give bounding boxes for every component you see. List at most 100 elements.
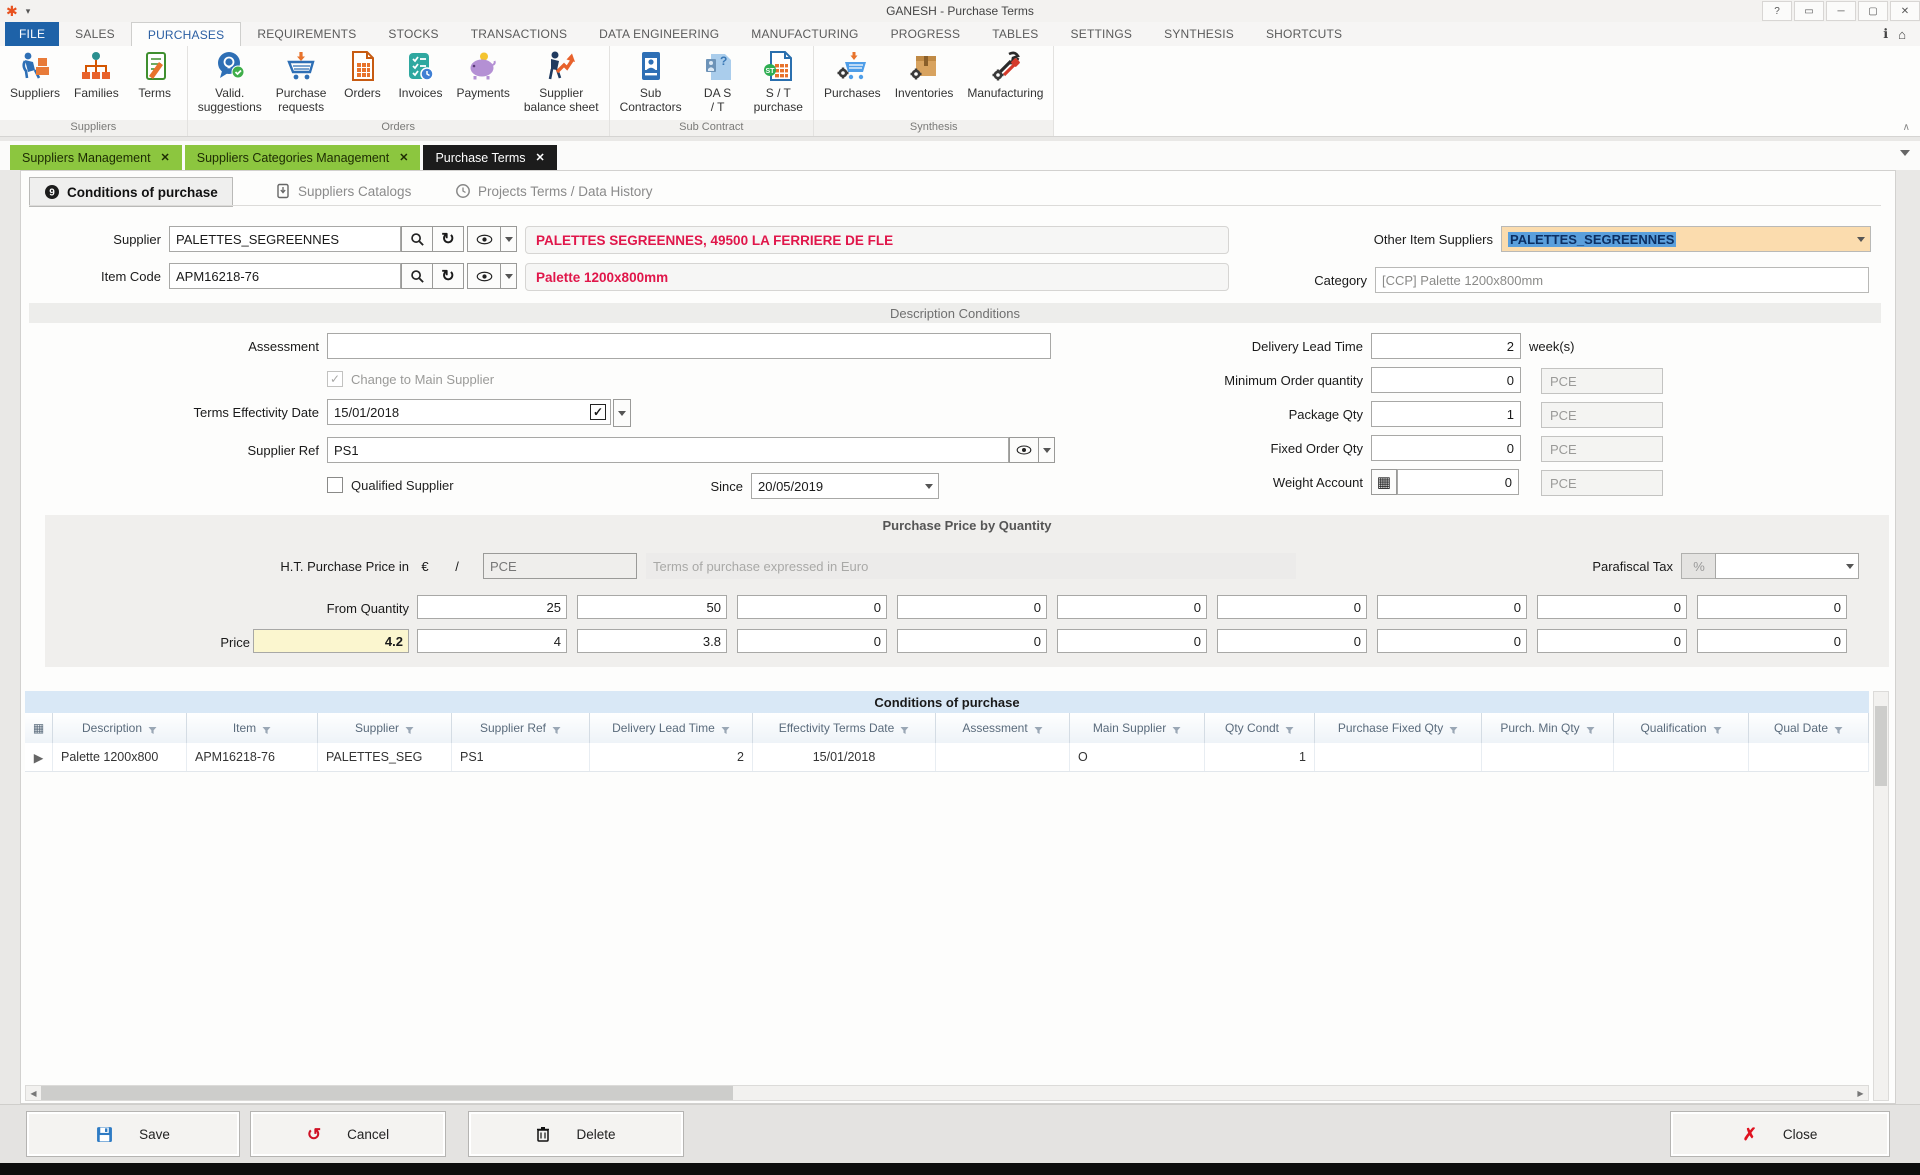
table-cell-supplier-ref[interactable]: PS1	[452, 743, 590, 771]
supplier-ref-input[interactable]: PS1	[327, 437, 1009, 463]
change-main-supplier-checkbox[interactable]: ✓	[327, 371, 343, 387]
supplier-view-button[interactable]	[467, 226, 501, 252]
ribbon-collapse-icon[interactable]: ∧	[1903, 122, 1910, 133]
table-cell-item[interactable]: APM16218-76	[187, 743, 318, 771]
menu-item-manufacturing[interactable]: MANUFACTURING	[735, 22, 874, 46]
close-tab-icon[interactable]: ✕	[399, 151, 408, 164]
price-price_values-cell[interactable]: 0	[1537, 629, 1687, 653]
supplier-view-dropdown[interactable]	[500, 226, 517, 252]
table-cell-assessment[interactable]	[936, 743, 1070, 771]
close-tab-icon[interactable]: ✕	[536, 151, 545, 164]
close-tab-icon[interactable]: ✕	[161, 151, 170, 164]
package-qty-input[interactable]: 1	[1371, 401, 1521, 427]
ribbon-button-invoices[interactable]: Invoices	[392, 48, 448, 103]
supplier-input[interactable]: PALETTES_SEGREENNES	[169, 226, 401, 252]
item-view-dropdown[interactable]	[500, 263, 517, 289]
help-button[interactable]: ?	[1762, 1, 1792, 21]
ribbon-button-purchases[interactable]: Purchases	[818, 48, 887, 103]
parafiscal-tax-combo[interactable]	[1715, 553, 1859, 579]
scroll-right-icon[interactable]: ▶	[1853, 1086, 1868, 1100]
filter-icon[interactable]	[1285, 724, 1294, 733]
minimize-button[interactable]: ─	[1826, 1, 1856, 21]
table-cell-qualification[interactable]	[1614, 743, 1749, 771]
column-header-assessment[interactable]: Assessment	[936, 713, 1070, 743]
column-header-supplier[interactable]: Supplier	[318, 713, 452, 743]
price-price_values-cell[interactable]: 0	[1377, 629, 1527, 653]
ribbon-button-manufacturing[interactable]: Manufacturing	[961, 48, 1049, 103]
tab-projects-terms-history[interactable]: Projects Terms / Data History	[441, 177, 667, 205]
filter-icon[interactable]	[262, 724, 271, 733]
column-header-purchase-fixed-qty[interactable]: Purchase Fixed Qty	[1315, 713, 1482, 743]
menu-item-sales[interactable]: SALES	[59, 22, 131, 46]
table-cell-supplier[interactable]: PALETTES_SEG	[318, 743, 452, 771]
ribbon-button-terms[interactable]: Terms	[127, 48, 183, 103]
price-from_values-cell[interactable]: 0	[1537, 595, 1687, 619]
menu-item-purchases[interactable]: PURCHASES	[131, 22, 241, 46]
table-cell-delivery-lead-time[interactable]: 2	[590, 743, 753, 771]
filter-icon[interactable]	[721, 724, 730, 733]
price-from_values-cell[interactable]: 0	[1217, 595, 1367, 619]
column-header-item[interactable]: Item	[187, 713, 318, 743]
effectivity-checkbox[interactable]: ✓	[590, 404, 606, 420]
scroll-left-icon[interactable]: ◀	[26, 1086, 41, 1100]
close-button[interactable]: ✗ Close	[1670, 1111, 1890, 1157]
table-cell-purch-min-qty[interactable]	[1482, 743, 1614, 771]
item-refresh-button[interactable]: ↻	[432, 263, 464, 289]
chevron-down-icon[interactable]	[1846, 564, 1854, 569]
save-button[interactable]: Save	[26, 1111, 240, 1157]
pin-window-button[interactable]: ▭	[1794, 1, 1824, 21]
price-from_values-cell[interactable]: 50	[577, 595, 727, 619]
item-view-button[interactable]	[467, 263, 501, 289]
ribbon-button-s-t[interactable]: STS / Tpurchase	[748, 48, 809, 117]
filter-icon[interactable]	[1834, 724, 1843, 733]
ribbon-button-inventories[interactable]: Inventories	[889, 48, 960, 103]
table-cell-main-supplier[interactable]: O	[1070, 743, 1205, 771]
other-item-suppliers-combo[interactable]: PALETTES_SEGREENNES	[1501, 226, 1871, 252]
price-price_values-cell[interactable]: 0	[737, 629, 887, 653]
price-price_values-cell[interactable]: 0	[1057, 629, 1207, 653]
supplier-refresh-button[interactable]: ↻	[432, 226, 464, 252]
price-price_values-cell[interactable]: 0	[1217, 629, 1367, 653]
filter-icon[interactable]	[1034, 724, 1043, 733]
item-code-input[interactable]: APM16218-76	[169, 263, 401, 289]
document-tab-suppliers-management[interactable]: Suppliers Management✕	[10, 145, 182, 170]
price-highlight-cell[interactable]: 4.2	[253, 629, 409, 653]
ribbon-button-suppliers[interactable]: Suppliers	[4, 48, 66, 103]
menu-item-transactions[interactable]: TRANSACTIONS	[455, 22, 583, 46]
price-price_values-cell[interactable]: 4	[417, 629, 567, 653]
effectivity-date-input[interactable]: 15/01/2018 ✓	[327, 399, 611, 425]
weight-account-input[interactable]: 0	[1397, 469, 1519, 495]
supplier-ref-view-button[interactable]	[1009, 437, 1039, 463]
filter-icon[interactable]	[900, 724, 909, 733]
column-header-qual-date[interactable]: Qual Date	[1749, 713, 1869, 743]
menu-item-stocks[interactable]: STOCKS	[372, 22, 454, 46]
table-cell-description[interactable]: Palette 1200x800	[53, 743, 187, 771]
table-cell-purchase-fixed-qty[interactable]	[1315, 743, 1482, 771]
column-header-qualification[interactable]: Qualification	[1614, 713, 1749, 743]
assessment-input[interactable]	[327, 333, 1051, 359]
filter-icon[interactable]	[1172, 724, 1181, 733]
tab-conditions-of-purchase[interactable]: 9 Conditions of purchase	[29, 177, 233, 207]
price-from_values-cell[interactable]: 0	[737, 595, 887, 619]
filter-icon[interactable]	[1449, 724, 1458, 733]
vertical-scrollbar[interactable]	[1873, 691, 1889, 1101]
column-header-qty-condt[interactable]: Qty Condt	[1205, 713, 1315, 743]
table-cell-qual-date[interactable]	[1749, 743, 1869, 771]
column-header-supplier-ref[interactable]: Supplier Ref	[452, 713, 590, 743]
qualified-supplier-checkbox[interactable]	[327, 477, 343, 493]
chevron-down-icon[interactable]	[1857, 237, 1865, 242]
info-icon[interactable]: ℹ	[1883, 26, 1888, 42]
ribbon-button-valid-[interactable]: Valid.suggestions	[192, 48, 268, 117]
filter-icon[interactable]	[552, 724, 561, 733]
menu-item-tables[interactable]: TABLES	[976, 22, 1054, 46]
filter-icon[interactable]	[148, 724, 157, 733]
ribbon-button-sub[interactable]: SubContractors	[614, 48, 688, 117]
price-price_values-cell[interactable]: 0	[1697, 629, 1847, 653]
supplier-search-button[interactable]	[401, 226, 433, 252]
price-from_values-cell[interactable]: 0	[897, 595, 1047, 619]
maximize-button[interactable]: ▢	[1858, 1, 1888, 21]
chevron-down-icon[interactable]	[925, 484, 933, 489]
price-price_values-cell[interactable]: 3.8	[577, 629, 727, 653]
fixed-order-qty-input[interactable]: 0	[1371, 435, 1521, 461]
ribbon-button-orders[interactable]: Orders	[334, 48, 390, 103]
